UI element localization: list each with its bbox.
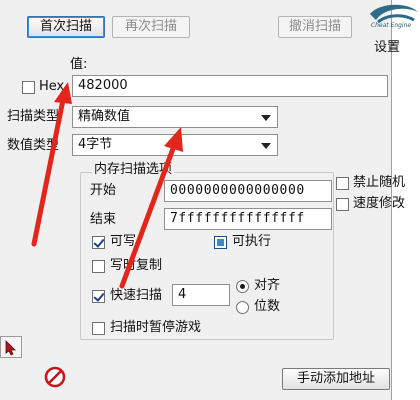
chevron-down-icon xyxy=(261,115,271,121)
align-label: 对齐 xyxy=(254,278,281,293)
align-radio[interactable] xyxy=(236,280,249,293)
end-label: 结束 xyxy=(90,212,117,227)
value-type-selected: 4字节 xyxy=(78,137,113,152)
fast-scan-checkbox[interactable] xyxy=(92,290,105,303)
add-address-manually-button[interactable]: 手动添加地址 xyxy=(282,368,390,390)
pause-game-label: 扫描时暂停游戏 xyxy=(110,320,202,335)
start-address-input[interactable]: 0000000000000000 xyxy=(164,180,332,202)
undo-scan-button[interactable]: 撤消扫描 xyxy=(278,16,352,38)
scan-type-selected: 精确数值 xyxy=(78,109,131,124)
scan-type-select[interactable]: 精确数值 xyxy=(72,106,278,128)
value-input[interactable]: 482000 xyxy=(72,75,388,97)
value-type-label: 数值类型 xyxy=(7,138,60,153)
copy-on-write-checkbox[interactable] xyxy=(92,260,105,273)
fast-scan-label: 快速扫描 xyxy=(110,288,163,303)
value-label: 值: xyxy=(70,57,88,72)
start-label: 开始 xyxy=(90,183,117,198)
value-type-select[interactable]: 4字节 xyxy=(72,134,278,156)
copy-on-write-label: 写时复制 xyxy=(110,258,163,273)
next-scan-button[interactable]: 再次扫描 xyxy=(112,16,190,38)
pointer-tool-button[interactable] xyxy=(0,336,22,358)
executable-label: 可执行 xyxy=(232,234,272,249)
speedhack-label: 速度修改 xyxy=(353,196,406,211)
hex-checkbox[interactable] xyxy=(22,81,35,94)
settings-label[interactable]: 设置 xyxy=(374,40,400,56)
first-scan-button[interactable]: 首次扫描 xyxy=(27,16,105,38)
memory-scan-options-title: 内存扫描选项 xyxy=(92,162,175,178)
fast-scan-input[interactable]: 4 xyxy=(172,284,230,306)
last-digits-label: 位数 xyxy=(254,299,281,314)
disable-random-checkbox[interactable] xyxy=(336,177,349,190)
executable-checkbox[interactable] xyxy=(214,236,227,249)
end-address-input[interactable]: 7fffffffffffffff xyxy=(164,208,332,230)
logo-caption: Cheat Engine xyxy=(370,22,412,29)
chevron-down-icon xyxy=(261,143,271,149)
disable-random-label: 禁止随机 xyxy=(353,175,406,190)
writable-label: 可写 xyxy=(110,234,137,249)
pause-game-checkbox[interactable] xyxy=(92,322,105,335)
hex-label: Hex xyxy=(39,79,65,94)
scan-type-label: 扫描类型 xyxy=(7,109,60,124)
speedhack-checkbox[interactable] xyxy=(336,198,349,211)
last-digits-radio[interactable] xyxy=(236,301,249,314)
arrow-pointer-icon xyxy=(5,340,16,356)
main-panel: 首次扫描 再次扫描 撤消扫描 值: Hex 482000 扫描类型 精确数值 数… xyxy=(0,0,405,400)
writable-checkbox[interactable] xyxy=(92,236,105,249)
stop-sign-icon[interactable] xyxy=(44,366,66,388)
